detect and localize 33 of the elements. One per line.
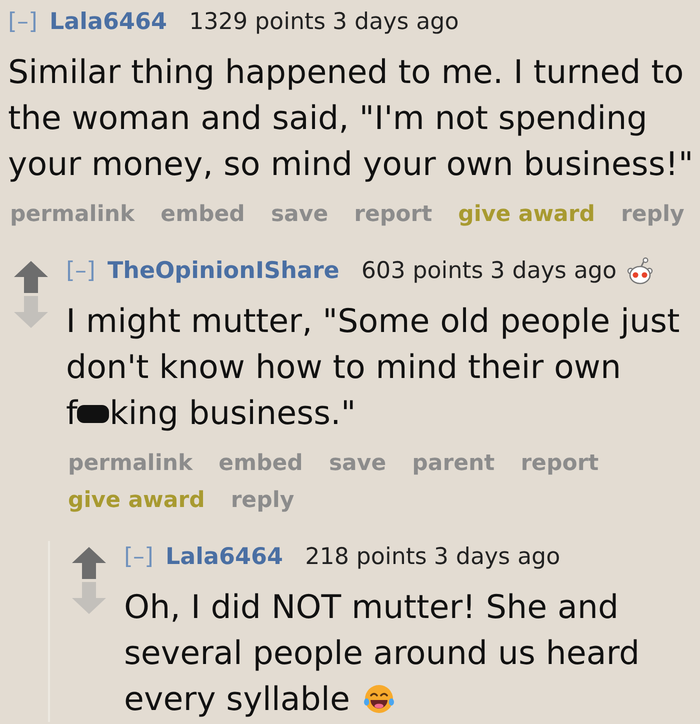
action-link[interactable]: report: [520, 449, 599, 479]
timestamp-text: 3 days ago: [434, 543, 560, 572]
username-link[interactable]: Lala6464: [165, 541, 284, 573]
action-link[interactable]: embed: [160, 200, 245, 230]
points-text: 603 points: [361, 257, 484, 286]
action-link[interactable]: save: [270, 200, 328, 230]
comment-text: f: [66, 393, 78, 434]
collapse-toggle[interactable]: [–]: [124, 541, 154, 573]
action-link[interactable]: reply: [230, 486, 294, 516]
collapse-toggle[interactable]: [–]: [8, 6, 38, 38]
action-link[interactable]: save: [328, 449, 386, 479]
action-link[interactable]: reply: [620, 200, 684, 230]
comment-text: king business.": [109, 393, 356, 434]
censor-bar-icon: [77, 405, 110, 423]
timestamp-text: 3 days ago: [490, 257, 617, 286]
action-link[interactable]: embed: [218, 449, 303, 479]
points-text: 218 points: [305, 543, 427, 572]
collapse-toggle[interactable]: [–]: [66, 255, 96, 287]
up-arrow-icon[interactable]: [14, 261, 48, 293]
username-link[interactable]: TheOpinionIShare: [107, 255, 340, 287]
comment-text: Similar thing happened to me. I turned to the woman and said, "I'm not spending your money, so mind your own business!": [8, 52, 694, 185]
award-link[interactable]: give award: [68, 486, 205, 516]
laughing-face-icon: [362, 683, 395, 715]
up-arrow-icon[interactable]: [72, 547, 106, 579]
timestamp-text: 3 days ago: [332, 8, 459, 37]
comment-text: every syllable: [124, 679, 350, 720]
points-text: 1329 points: [189, 8, 326, 37]
action-link[interactable]: permalink: [10, 200, 135, 230]
action-link[interactable]: report: [354, 200, 432, 230]
award-link[interactable]: give award: [458, 200, 595, 230]
username-link[interactable]: Lala6464: [49, 6, 168, 38]
action-link[interactable]: parent: [412, 449, 495, 479]
action-link[interactable]: permalink: [68, 449, 193, 479]
